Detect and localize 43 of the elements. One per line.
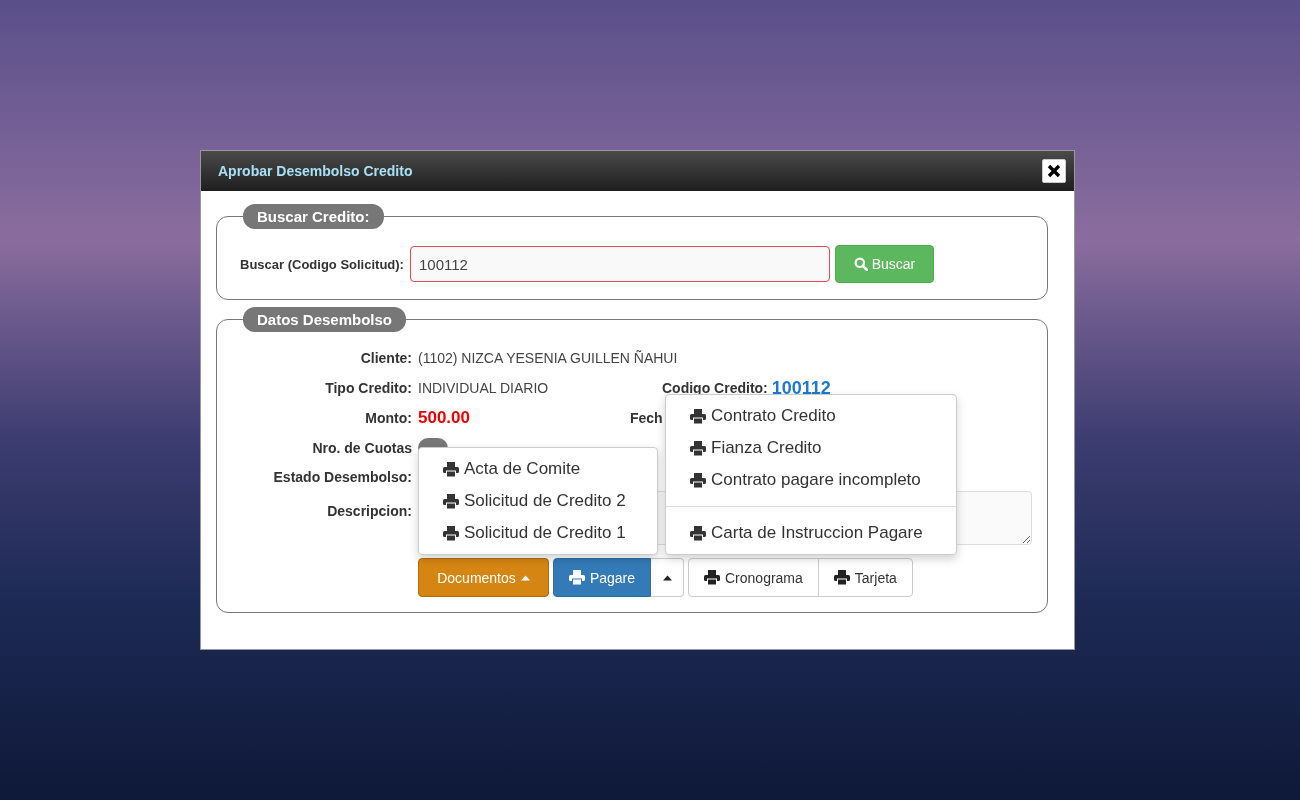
section-legend: Datos Desembolso: [243, 307, 407, 332]
field-label: Tipo Credito:: [324, 380, 413, 396]
caret-icon: [662, 574, 672, 581]
menu-item[interactable]: Fianza Credito: [666, 432, 956, 464]
printer-icon: [690, 525, 706, 541]
field-label: Nro. de Cuotas: [311, 440, 413, 456]
code-value: 100112: [771, 377, 831, 399]
close-button[interactable]: [1042, 159, 1066, 183]
field-label: Buscar (Codigo Solicitud):: [240, 256, 404, 272]
field-label: Cliente:: [359, 350, 413, 366]
print-button[interactable]: Cronograma: [688, 558, 819, 597]
field-label: Descripcion:: [326, 503, 413, 519]
pagare-button[interactable]: Pagare: [553, 558, 651, 597]
menu-item[interactable]: Carta de Instruccion Pagare: [666, 517, 956, 549]
amount-value: 500.00: [418, 408, 470, 428]
field-value: INDIVIDUAL DIARIO: [418, 380, 549, 396]
search-icon: [853, 257, 868, 271]
menu-item[interactable]: Solicitud de Credito 2: [419, 485, 657, 517]
field-label: Fech: [630, 410, 663, 426]
field-value: (1102) NIZCA YESENIA GUILLEN ÑAHUI: [418, 350, 678, 366]
printer-icon: [690, 472, 706, 488]
printer-icon: [704, 570, 720, 585]
printer-icon: [443, 461, 459, 477]
menu-item[interactable]: Acta de Comite: [419, 453, 657, 485]
search-field[interactable]: 100112: [409, 246, 830, 282]
printer-icon: [443, 525, 459, 541]
section-legend: Buscar Credito:: [243, 204, 384, 229]
print-button[interactable]: Tarjeta: [817, 558, 913, 597]
field-label: Estado Desembolso:: [272, 469, 413, 485]
printer-icon: [690, 408, 706, 424]
menu-item[interactable]: Contrato Credito: [666, 400, 956, 432]
caret-icon: [520, 574, 530, 581]
field-label: Codigo Credito:: [662, 380, 768, 396]
window-title: Aprobar Desembolso Credito: [218, 163, 413, 179]
printer-icon: [568, 570, 585, 585]
dropdown-toggle[interactable]: [651, 558, 684, 597]
menu-item[interactable]: Contrato pagare incompleto: [666, 464, 956, 496]
close-icon: [1047, 164, 1061, 178]
printer-icon: [443, 493, 459, 509]
printer-icon: [690, 440, 706, 456]
field-label: Monto:: [364, 410, 413, 426]
printer-icon: [833, 570, 850, 585]
menu-item[interactable]: Solicitud de Credito 1: [419, 517, 657, 549]
